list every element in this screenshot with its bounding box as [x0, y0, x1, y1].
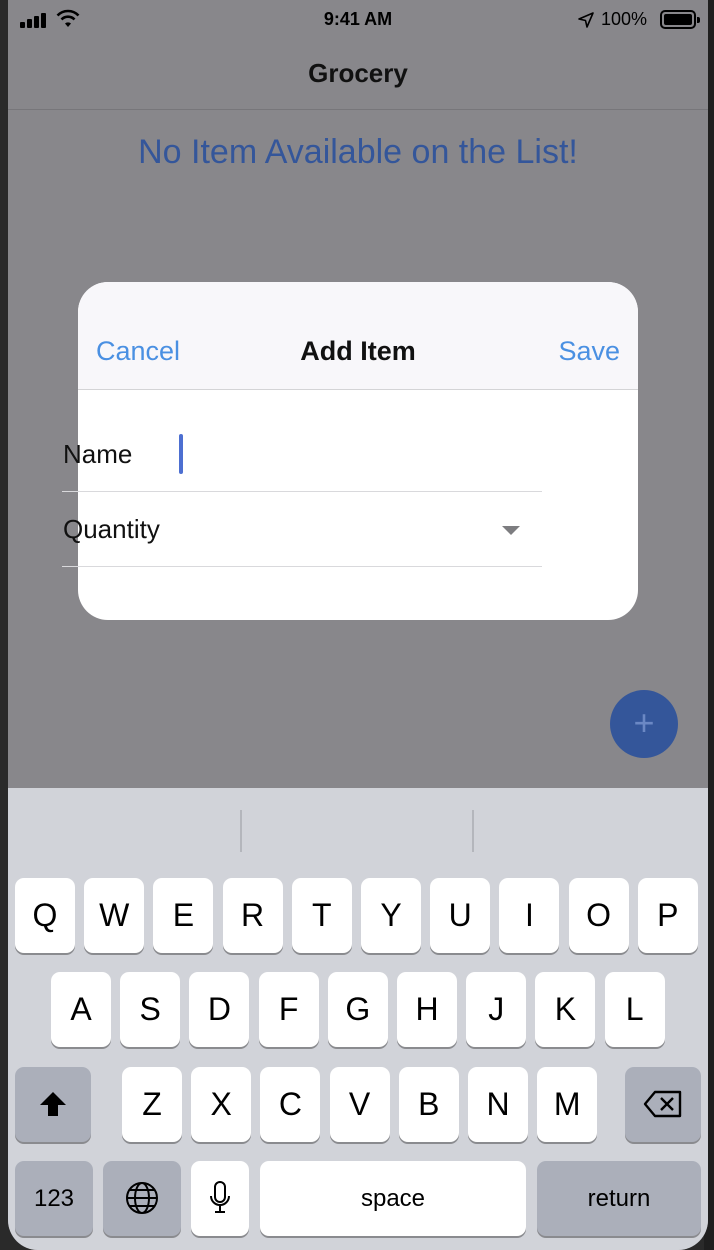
name-label: Name	[63, 439, 133, 469]
key-j[interactable]: J	[466, 972, 527, 1047]
quantity-field[interactable]: Quantity	[62, 492, 542, 567]
battery-percent: 100%	[601, 9, 648, 29]
modal-header: Add Item Cancel Save	[78, 282, 638, 390]
key-r[interactable]: R	[222, 878, 283, 953]
key-d[interactable]: D	[189, 972, 250, 1047]
phone-screen: 9:41 AM 100% Grocery No Item Available o…	[8, 0, 708, 1250]
key-a[interactable]: A	[51, 972, 111, 1047]
key-i[interactable]: I	[499, 878, 560, 953]
numbers-key[interactable]: 123	[15, 1161, 93, 1236]
add-item-button[interactable]: +	[610, 690, 678, 758]
key-z[interactable]: Z	[122, 1067, 182, 1142]
globe-icon	[126, 1182, 158, 1214]
key-k[interactable]: K	[535, 972, 596, 1047]
key-b[interactable]: B	[398, 1067, 459, 1142]
key-x[interactable]: X	[191, 1067, 252, 1142]
empty-list-message: No Item Available on the List!	[138, 133, 578, 171]
shift-icon	[40, 1092, 66, 1116]
key-t[interactable]: T	[291, 878, 352, 953]
nav-title: Grocery	[308, 58, 408, 88]
key-q[interactable]: Q	[15, 878, 75, 953]
dictation-key[interactable]	[191, 1161, 249, 1236]
return-key[interactable]: return	[537, 1161, 701, 1236]
key-c[interactable]: C	[260, 1067, 321, 1142]
location-arrow-icon	[578, 12, 594, 28]
key-p[interactable]: P	[637, 878, 698, 953]
predictive-divider	[240, 810, 242, 852]
predictive-text-bar	[8, 788, 708, 876]
key-y[interactable]: Y	[361, 878, 421, 953]
key-n[interactable]: N	[468, 1067, 528, 1142]
key-u[interactable]: U	[430, 878, 491, 953]
key-m[interactable]: M	[537, 1067, 598, 1142]
quantity-label: Quantity	[63, 514, 160, 544]
key-w[interactable]: W	[84, 878, 145, 953]
delete-key[interactable]	[625, 1067, 701, 1142]
globe-key[interactable]	[103, 1161, 181, 1236]
chevron-down-icon[interactable]	[502, 526, 520, 535]
save-button[interactable]: Save	[558, 336, 620, 367]
backspace-icon	[643, 1090, 682, 1118]
key-f[interactable]: F	[258, 972, 319, 1047]
predictive-divider	[472, 810, 474, 852]
key-l[interactable]: L	[604, 972, 665, 1047]
key-e[interactable]: E	[153, 878, 214, 953]
battery-icon	[660, 10, 700, 29]
key-h[interactable]: H	[397, 972, 457, 1047]
shift-key[interactable]	[15, 1067, 91, 1142]
key-v[interactable]: V	[329, 1067, 390, 1142]
key-s[interactable]: S	[120, 972, 181, 1047]
status-bar: 9:41 AM 100%	[8, 0, 708, 40]
key-g[interactable]: G	[327, 972, 388, 1047]
cancel-button[interactable]: Cancel	[96, 336, 180, 367]
navigation-bar: Grocery	[8, 40, 708, 110]
text-cursor	[179, 434, 183, 474]
microphone-icon	[210, 1181, 230, 1213]
name-field[interactable]: Name	[62, 417, 542, 492]
key-o[interactable]: O	[568, 878, 629, 953]
space-key[interactable]: space	[260, 1161, 526, 1236]
